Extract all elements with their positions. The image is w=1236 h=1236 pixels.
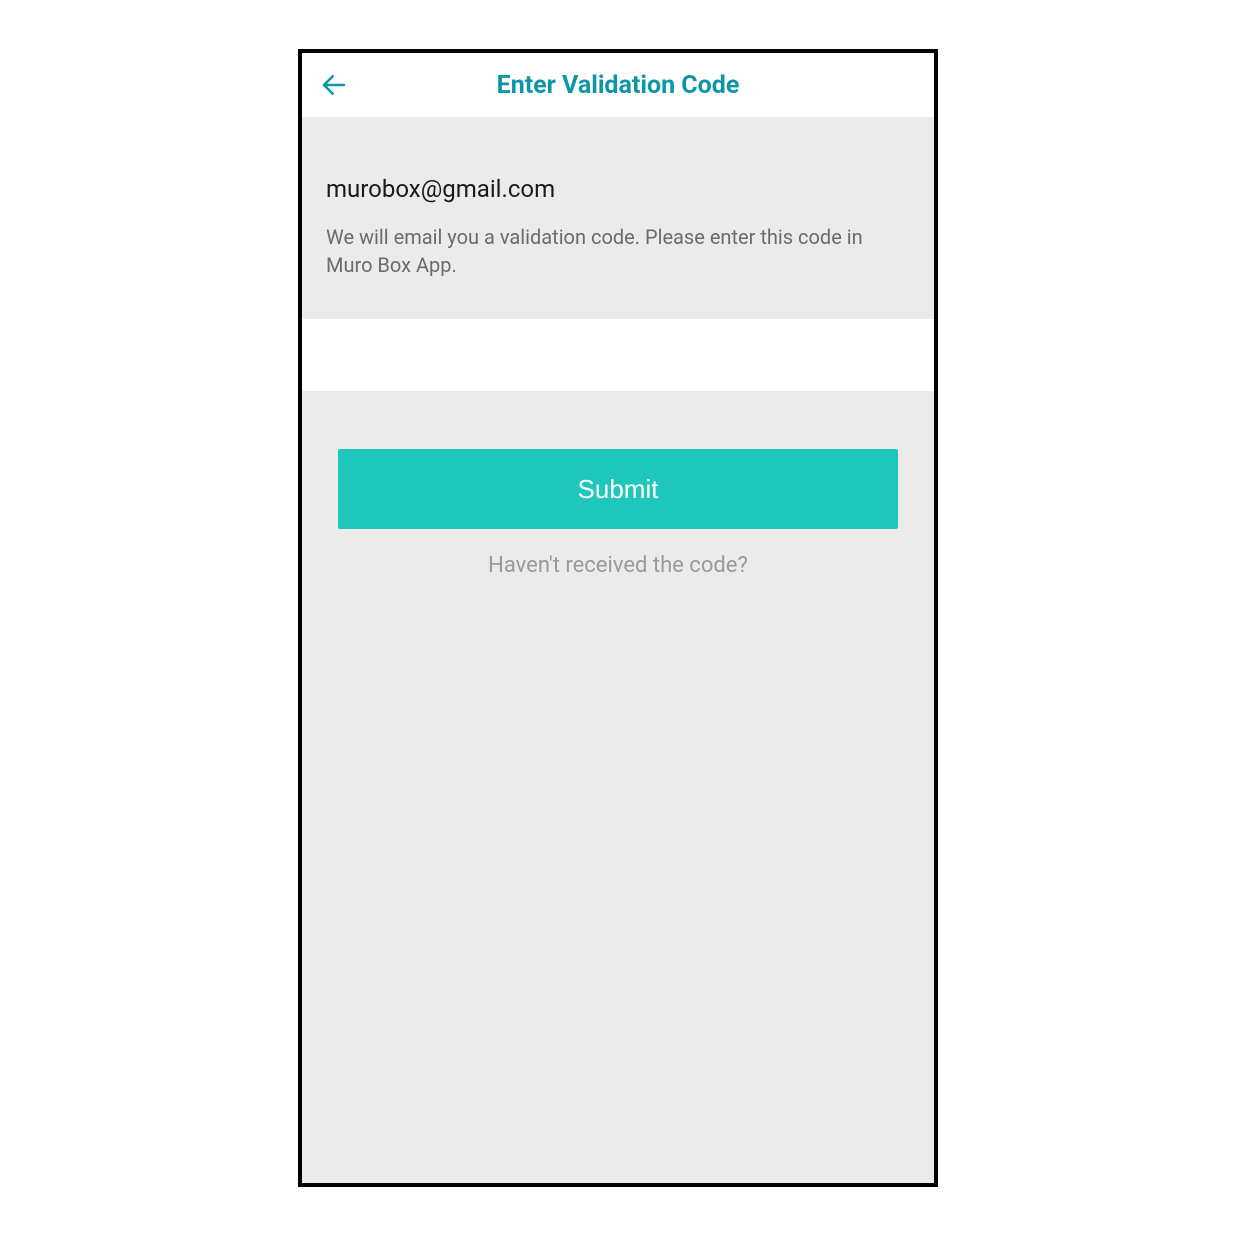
arrow-left-icon (319, 70, 349, 100)
validation-code-input[interactable] (326, 319, 910, 391)
submit-button[interactable]: Submit (338, 449, 898, 529)
app-frame: Enter Validation Code murobox@gmail.com … (298, 49, 938, 1187)
info-section: murobox@gmail.com We will email you a va… (302, 117, 934, 319)
action-section: Submit Haven't received the code? (302, 391, 934, 578)
header-bar: Enter Validation Code (302, 53, 934, 117)
email-display: murobox@gmail.com (326, 175, 910, 203)
code-input-section (302, 319, 934, 391)
instruction-text: We will email you a validation code. Ple… (326, 223, 910, 279)
back-button[interactable] (314, 65, 354, 105)
resend-code-link[interactable]: Haven't received the code? (488, 553, 748, 578)
page-title: Enter Validation Code (318, 71, 918, 100)
